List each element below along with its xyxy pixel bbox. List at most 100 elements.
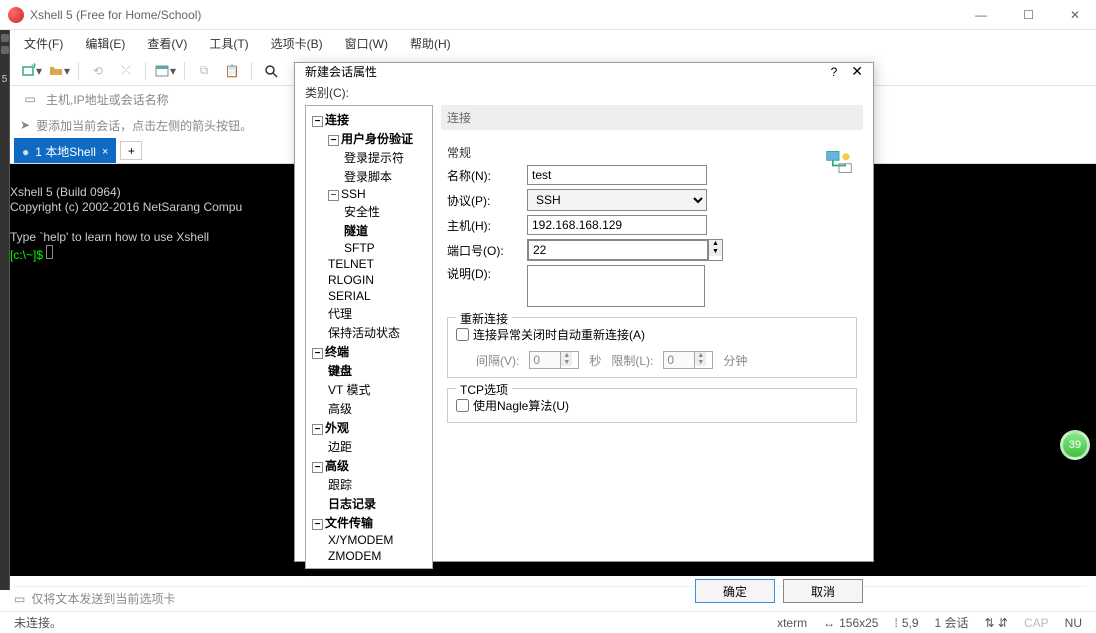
tab-local-shell[interactable]: ● 1 本地Shell × — [14, 138, 116, 163]
reconnect-button[interactable]: ⟲ — [87, 60, 109, 82]
window-close-button[interactable]: ✕ — [1062, 8, 1088, 22]
name-input[interactable] — [527, 165, 707, 185]
interval-stepper[interactable]: ▲▼ — [529, 351, 579, 369]
menubar: 文件(F) 编辑(E) 查看(V) 工具(T) 选项卡(B) 窗口(W) 帮助(… — [0, 30, 1096, 56]
tree-proxy[interactable]: 代理 — [306, 304, 432, 323]
terminal-line: Copyright (c) 2002-2016 NetSarang Compu — [10, 200, 242, 214]
menu-tab[interactable]: 选项卡(B) — [267, 33, 327, 54]
tree-connection[interactable]: −连接 — [306, 110, 432, 129]
tree-file-transfer[interactable]: −文件传输 — [306, 513, 432, 532]
host-label: 主机(H): — [447, 217, 527, 234]
tree-trace[interactable]: 跟踪 — [306, 475, 432, 494]
port-up-button[interactable]: ▲ — [709, 240, 722, 248]
limit-stepper[interactable]: ▲▼ — [663, 351, 713, 369]
tree-margin[interactable]: 边距 — [306, 437, 432, 456]
dialog-close-button[interactable]: ✕ — [851, 63, 863, 80]
tree-login-script[interactable]: 登录脚本 — [306, 167, 432, 186]
status-term: xterm — [777, 616, 807, 630]
menu-edit[interactable]: 编辑(E) — [81, 33, 129, 54]
limit-label: 限制(L): — [611, 352, 653, 369]
tree-sftp[interactable]: SFTP — [306, 240, 432, 256]
address-icon: ▭ — [20, 92, 40, 106]
tree-ssh[interactable]: −SSH — [306, 186, 432, 202]
terminal-prompt: [c:\~]$ — [10, 248, 46, 262]
floating-badge[interactable]: 39 — [1060, 430, 1090, 460]
tab-add-button[interactable]: + — [120, 141, 142, 160]
general-label: 常规 — [447, 144, 857, 161]
tree-xymodem[interactable]: X/YMODEM — [306, 532, 432, 548]
auto-reconnect-checkbox[interactable] — [456, 328, 469, 341]
tree-appearance[interactable]: −外观 — [306, 418, 432, 437]
titlebar: Xshell 5 (Free for Home/School) — ☐ ✕ — [0, 0, 1096, 30]
tree-terminal[interactable]: −终端 — [306, 342, 432, 361]
status-arrows[interactable]: ⇅ ⇵ — [985, 616, 1008, 630]
tree-advanced[interactable]: −高级 — [306, 456, 432, 475]
open-folder-button[interactable]: ▾ — [48, 60, 70, 82]
status-num: NU — [1065, 616, 1082, 630]
hint-text: 要添加当前会话，点击左侧的箭头按钮。 — [36, 117, 252, 134]
tree-auth[interactable]: −用户身份验证 — [306, 129, 432, 148]
menu-view[interactable]: 查看(V) — [143, 33, 191, 54]
status-connection: 未连接。 — [14, 614, 62, 631]
nagle-label: 使用Nagle算法(U) — [473, 397, 569, 414]
interval-label: 间隔(V): — [476, 352, 519, 369]
protocol-select[interactable]: SSH — [527, 189, 707, 211]
menu-file[interactable]: 文件(F) — [20, 33, 67, 54]
tree-tunnel[interactable]: 隧道 — [306, 221, 432, 240]
svg-text:+: + — [31, 63, 36, 72]
host-input[interactable] — [527, 215, 707, 235]
tree-keepalive[interactable]: 保持活动状态 — [306, 323, 432, 342]
tree-login-prompt[interactable]: 登录提示符 — [306, 148, 432, 167]
tree-rlogin[interactable]: RLOGIN — [306, 272, 432, 288]
port-input[interactable] — [528, 240, 708, 260]
tree-keyboard[interactable]: 键盘 — [306, 361, 432, 380]
desc-input[interactable] — [527, 265, 705, 307]
status-size: ↔156x25 — [823, 616, 878, 630]
tcp-legend: TCP选项 — [456, 381, 512, 398]
tab-label: 1 本地Shell — [35, 143, 96, 160]
new-session-button[interactable]: +▾ — [20, 60, 42, 82]
name-label: 名称(N): — [447, 167, 527, 184]
disconnect-button[interactable]: ⤫ — [115, 60, 137, 82]
tree-serial[interactable]: SERIAL — [306, 288, 432, 304]
category-tree[interactable]: −连接 −用户身份验证 登录提示符 登录脚本 −SSH 安全性 隧道 SFTP … — [305, 105, 433, 569]
window-title: Xshell 5 (Free for Home/School) — [30, 8, 967, 22]
min-label: 分钟 — [723, 352, 747, 369]
auto-reconnect-label: 连接异常关闭时自动重新连接(A) — [473, 326, 645, 343]
cancel-button[interactable]: 取消 — [783, 579, 863, 603]
session-properties-dialog: 新建会话属性 ? ✕ 类别(C): −连接 −用户身份验证 登录提示符 登录脚本… — [294, 62, 874, 562]
protocol-label: 协议(P): — [447, 192, 527, 209]
port-down-button[interactable]: ▼ — [709, 248, 722, 256]
nagle-checkbox[interactable] — [456, 399, 469, 412]
app-icon — [8, 7, 24, 23]
dialog-help-button[interactable]: ? — [831, 65, 838, 79]
paste-button[interactable]: 📋 — [221, 60, 243, 82]
tree-logging[interactable]: 日志记录 — [306, 494, 432, 513]
tree-zmodem[interactable]: ZMODEM — [306, 548, 432, 564]
status-cap: CAP — [1024, 616, 1049, 630]
terminal-line: Type `help' to learn how to use Xshell — [10, 230, 209, 244]
properties-button[interactable]: ▾ — [154, 60, 176, 82]
window-minimize-button[interactable]: — — [967, 8, 995, 22]
ok-button[interactable]: 确定 — [695, 579, 775, 603]
compose-hint[interactable]: 仅将文本发送到当前选项卡 — [31, 590, 175, 607]
menu-window[interactable]: 窗口(W) — [341, 33, 392, 54]
menu-tools[interactable]: 工具(T) — [205, 33, 252, 54]
port-stepper[interactable]: ▲▼ — [527, 239, 723, 261]
copy-button[interactable]: ⧉ — [193, 60, 215, 82]
menu-help[interactable]: 帮助(H) — [406, 33, 455, 54]
tcp-group: TCP选项 使用Nagle算法(U) — [447, 388, 857, 423]
hint-icon: ➤ — [20, 118, 30, 132]
tree-security[interactable]: 安全性 — [306, 202, 432, 221]
tree-telnet[interactable]: TELNET — [306, 256, 432, 272]
tab-close-button[interactable]: × — [102, 146, 108, 158]
category-label: 类别(C): — [305, 80, 863, 105]
status-sessions: 1 会话 — [935, 614, 969, 631]
search-button[interactable] — [260, 60, 282, 82]
terminal-cursor — [46, 245, 53, 259]
left-dock: 5 — [0, 30, 10, 590]
port-label: 端口号(O): — [447, 242, 527, 259]
window-maximize-button[interactable]: ☐ — [1015, 8, 1042, 22]
tree-vtmode[interactable]: VT 模式 — [306, 380, 432, 399]
tree-advanced-t[interactable]: 高级 — [306, 399, 432, 418]
